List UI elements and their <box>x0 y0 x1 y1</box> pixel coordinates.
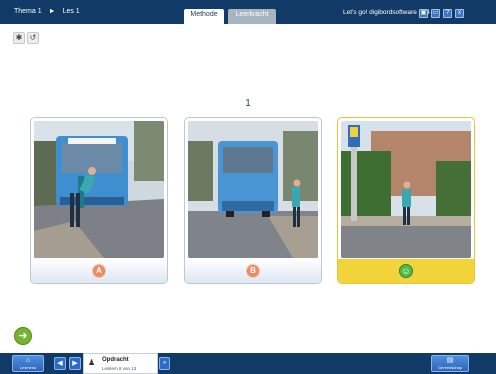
assignment-title: Opdracht <box>102 357 129 363</box>
top-bar: Thema 1 ► Les 1 Methode Leerkracht Let's… <box>0 0 496 24</box>
breadcrumb-theme[interactable]: Thema 1 <box>14 8 42 15</box>
correct-smiley-icon: ☺ <box>399 264 413 278</box>
next-button[interactable]: ▶ <box>69 357 81 370</box>
settings-icon[interactable]: ✱ <box>13 32 25 44</box>
window-controls: ▣ ▭ ? x <box>419 9 464 18</box>
lesmenu-label: Lesmenu <box>19 365 37 370</box>
close-icon[interactable]: x <box>455 9 464 18</box>
app-title: Let's go! digibordsoftware gr 4 <box>343 9 430 16</box>
assignment-progress: Lesitem 8 van 13 <box>102 366 137 371</box>
assignment-indicator: ♟ Opdracht Lesitem 8 van 13 <box>83 353 158 374</box>
gereedschap-button[interactable]: ▤ Gereedschap <box>431 355 469 372</box>
lesson-screen: Thema 1 ► Les 1 Methode Leerkracht Let's… <box>0 0 496 374</box>
display-icon[interactable]: ▣ <box>419 9 428 18</box>
card-footer: ☺ <box>338 259 474 283</box>
tool-buttons: ✱ ↺ <box>13 32 39 44</box>
reset-icon[interactable]: ↺ <box>27 32 39 44</box>
photo-bus-left <box>34 121 164 258</box>
people-icon: ♟ <box>88 358 96 367</box>
card-footer: A <box>31 259 167 283</box>
prev-button[interactable]: ◀ <box>54 357 66 370</box>
tab-methode[interactable]: Methode <box>184 9 224 24</box>
window-icon[interactable]: ▭ <box>431 9 440 18</box>
expand-icon[interactable]: » <box>159 357 170 370</box>
home-icon: ⌂ <box>25 357 31 364</box>
photo-bus-behind <box>188 121 318 258</box>
breadcrumb: Thema 1 ► Les 1 <box>14 8 80 15</box>
chevron-right-icon: ► <box>48 8 56 15</box>
toolbox-icon: ▤ <box>446 357 454 364</box>
bottom-bar: ⌂ Lesmenu ◀ ▶ ♟ Opdracht Lesitem 8 van 1… <box>0 353 496 374</box>
help-icon[interactable]: ? <box>443 9 452 18</box>
tab-leerkracht[interactable]: Leerkracht <box>228 9 276 24</box>
answer-card-b[interactable]: B <box>184 117 322 284</box>
option-a-badge: A <box>92 264 106 278</box>
photo-bus-stop <box>341 121 471 258</box>
option-b-badge: B <box>246 264 260 278</box>
card-footer: B <box>185 259 321 283</box>
lesmenu-button[interactable]: ⌂ Lesmenu <box>12 355 44 372</box>
answer-card-a[interactable]: A <box>30 117 168 284</box>
page-number: 1 <box>245 98 251 109</box>
mode-tabs: Methode Leerkracht <box>184 9 276 24</box>
answer-card-c[interactable]: ☺ <box>337 117 475 284</box>
breadcrumb-lesson[interactable]: Les 1 <box>63 8 80 15</box>
next-arrow-button[interactable]: ➜ <box>14 327 32 345</box>
gereedschap-label: Gereedschap <box>437 365 462 370</box>
